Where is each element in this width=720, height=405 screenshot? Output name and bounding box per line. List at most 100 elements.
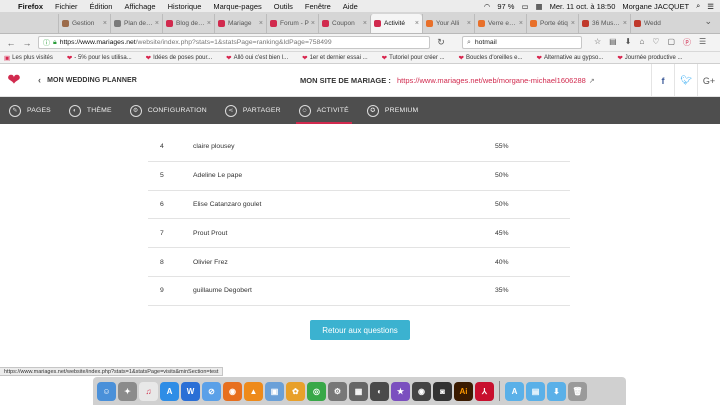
firefox-icon[interactable]: ◉: [223, 381, 242, 401]
tool-configuration[interactable]: ⚙ CONFIGURATION: [121, 97, 216, 124]
heart-logo-icon[interactable]: ❤: [0, 70, 28, 90]
close-tab-icon[interactable]: ×: [519, 20, 523, 27]
close-tab-icon[interactable]: ×: [363, 20, 367, 27]
battery-icon[interactable]: ▭: [521, 2, 528, 11]
url-bar[interactable]: ⓘ 🔒︎ https://www.mariages.net/website/in…: [38, 36, 430, 49]
applications-folder-icon[interactable]: A: [505, 381, 524, 401]
forward-arrow-icon[interactable]: →: [22, 38, 32, 48]
hamburger-menu-icon[interactable]: ☰: [699, 37, 706, 48]
back-to-wedding-planner-link[interactable]: ‹ MON WEDDING PLANNER: [38, 75, 137, 85]
facebook-icon[interactable]: f: [651, 64, 674, 97]
pinterest-icon[interactable]: ⓟ: [683, 37, 691, 48]
menu-affichage[interactable]: Affichage: [124, 2, 155, 11]
download-icon[interactable]: ⬇: [625, 37, 632, 48]
browser-tab[interactable]: Your Alli ×: [422, 14, 474, 33]
google-plus-icon[interactable]: G+: [697, 64, 720, 97]
notification-icon[interactable]: ☰: [707, 2, 714, 11]
bookmark-item[interactable]: ❤ 1er et dernier essai ...: [302, 54, 367, 62]
site-url-link[interactable]: https://www.mariages.net/web/morgane-mic…: [397, 76, 595, 85]
launchpad-icon[interactable]: ✦: [118, 381, 137, 401]
itunes-icon[interactable]: ♫: [139, 381, 158, 401]
browser-tab[interactable]: Coupon ×: [318, 14, 370, 33]
browser-tab[interactable]: Blog de m ×: [162, 14, 214, 33]
menu-historique[interactable]: Historique: [168, 2, 202, 11]
info-icon[interactable]: ⓘ: [43, 38, 50, 48]
photo-booth-icon[interactable]: ◐: [370, 381, 389, 401]
close-tab-icon[interactable]: ×: [259, 20, 263, 27]
browser-tab[interactable]: Verre en C ×: [474, 14, 526, 33]
menu-marque-pages[interactable]: Marque-pages: [213, 2, 261, 11]
flag-icon[interactable]: ▦: [536, 2, 543, 11]
tool-premium[interactable]: ✪ PREMIUM: [358, 97, 428, 124]
menu-edition[interactable]: Édition: [90, 2, 113, 11]
close-tab-icon[interactable]: ×: [103, 20, 107, 27]
search-input[interactable]: ⌕ hotmail: [462, 36, 582, 49]
imovie-icon[interactable]: ★: [391, 381, 410, 401]
twitter-icon[interactable]: 🐦︎: [674, 64, 697, 97]
browser-tab[interactable]: Wedd: [630, 14, 682, 33]
bookmark-item[interactable]: ❤ Alternative au gypso...: [537, 54, 604, 62]
downloads-folder-icon[interactable]: ⬇: [547, 381, 566, 401]
image-capture-icon[interactable]: ▦: [349, 381, 368, 401]
tool-partager[interactable]: ⋖ PARTAGER: [216, 97, 290, 124]
bookmark-item[interactable]: ❤ Journée productive ...: [617, 54, 682, 62]
trash-icon[interactable]: 🗑︎: [568, 381, 587, 401]
menu-fichier[interactable]: Fichier: [55, 2, 78, 11]
bookmark-item[interactable]: ❤ Boucles d'oreilles e...: [459, 54, 523, 62]
battery-text[interactable]: 97 %: [497, 2, 514, 11]
finder-icon[interactable]: ☺: [97, 381, 116, 401]
documents-folder-icon[interactable]: ▤: [526, 381, 545, 401]
acrobat-icon[interactable]: ⅄: [475, 381, 494, 401]
dvd-player-icon[interactable]: ◉: [412, 381, 431, 401]
app-store-icon[interactable]: A: [160, 381, 179, 401]
browser-tab[interactable]: Plan de Ta ×: [110, 14, 162, 33]
photos-icon[interactable]: ✿: [286, 381, 305, 401]
bookmark-star-icon[interactable]: ☆: [594, 37, 601, 48]
screenshot-icon[interactable]: ▢: [667, 37, 675, 48]
datetime[interactable]: Mer. 11 oct. à 18:50: [550, 2, 616, 11]
back-arrow-icon[interactable]: ←: [6, 38, 16, 48]
close-tab-icon[interactable]: ×: [207, 20, 211, 27]
close-tab-icon[interactable]: ×: [467, 20, 471, 27]
browser-tab-active[interactable]: Activité ×: [370, 14, 422, 33]
bookmark-item[interactable]: ▣ Les plus visités: [4, 54, 53, 62]
tool-activite[interactable]: ☺ ACTIVITÉ: [290, 97, 358, 124]
bookmark-item[interactable]: ❤ Tutoriel pour créer ...: [382, 54, 445, 62]
home-icon[interactable]: ⌂: [639, 37, 644, 48]
close-tab-icon[interactable]: ×: [311, 20, 315, 27]
bookmark-item[interactable]: ❤ - 5% pour les utilisa...: [67, 54, 132, 62]
wifi-icon[interactable]: ◠: [484, 2, 491, 11]
reload-icon[interactable]: ↻: [436, 37, 446, 48]
user-name[interactable]: Morgane JACQUET: [622, 2, 689, 11]
close-tab-icon[interactable]: ×: [623, 20, 627, 27]
word-icon[interactable]: W: [181, 381, 200, 401]
back-to-questions-button[interactable]: Retour aux questions: [310, 320, 410, 340]
browser-tab[interactable]: Gestion ×: [58, 14, 110, 33]
system-preferences-icon[interactable]: ⚙: [328, 381, 347, 401]
camera-icon[interactable]: ◙: [433, 381, 452, 401]
pocket-icon[interactable]: ♡: [652, 37, 659, 48]
browser-tab[interactable]: Forum - P ×: [266, 14, 318, 33]
close-tab-icon[interactable]: ×: [155, 20, 159, 27]
menu-app-name[interactable]: Firefox: [18, 2, 43, 11]
tab-overflow-icon[interactable]: ⌄: [704, 16, 712, 27]
close-tab-icon[interactable]: ×: [571, 20, 575, 27]
vlc-icon[interactable]: ▲: [244, 381, 263, 401]
facetime-icon[interactable]: ◎: [307, 381, 326, 401]
browser-tab[interactable]: 36 Must D ×: [578, 14, 630, 33]
close-tab-icon[interactable]: ×: [415, 20, 419, 27]
illustrator-icon[interactable]: Ai: [454, 381, 473, 401]
menu-outils[interactable]: Outils: [274, 2, 293, 11]
spotlight-icon[interactable]: ⌕: [696, 1, 700, 11]
menu-fenetre[interactable]: Fenêtre: [305, 2, 331, 11]
reading-list-icon[interactable]: ▤: [609, 37, 617, 48]
preview-icon[interactable]: ▣: [265, 381, 284, 401]
tool-theme[interactable]: ◐ THÈME: [60, 97, 121, 124]
tool-pages[interactable]: ✎ PAGES: [0, 97, 60, 124]
safari-icon[interactable]: ⊘: [202, 381, 221, 401]
browser-tab[interactable]: Porte étiq ×: [526, 14, 578, 33]
browser-tab[interactable]: Mariage ×: [214, 14, 266, 33]
bookmark-item[interactable]: ❤ Idées de poses pour...: [146, 54, 213, 62]
menu-aide[interactable]: Aide: [343, 2, 358, 11]
bookmark-item[interactable]: ❤ Allô oui c'est bien l...: [226, 54, 288, 62]
